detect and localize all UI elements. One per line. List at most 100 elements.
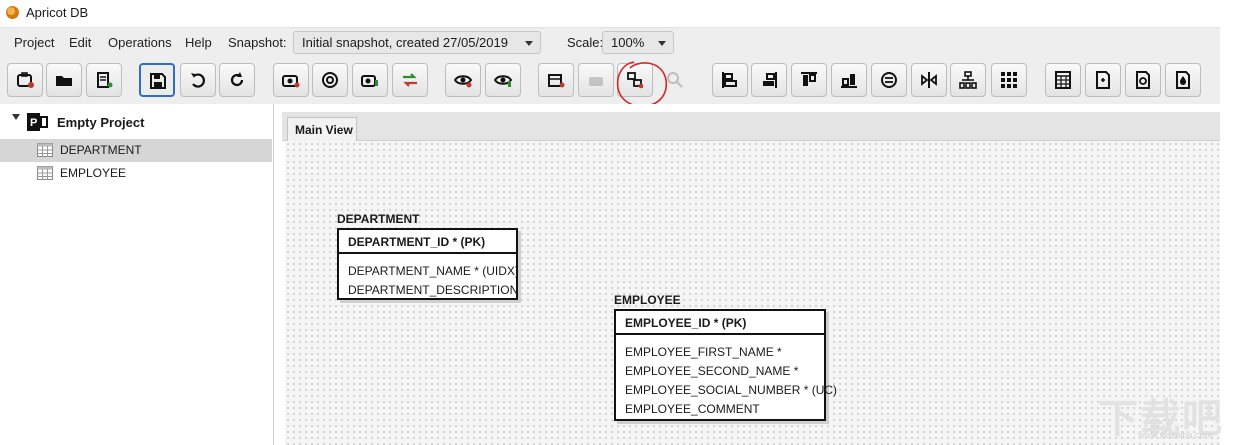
align-top-button[interactable] [791, 63, 827, 97]
snapshot-select[interactable]: Initial snapshot, created 27/05/2019 [293, 31, 541, 54]
export-pdf-icon [1176, 71, 1190, 89]
field-row: EMPLOYEE_SECOND_NAME * [625, 364, 799, 378]
menu-bar: Project Edit Operations Help Snapshot: I… [0, 27, 1220, 59]
hierarchy-button[interactable] [950, 63, 986, 97]
undo-icon [191, 73, 205, 88]
entity-title-department: DEPARTMENT [337, 212, 420, 226]
new-entity-button[interactable] [578, 63, 614, 97]
snapshot-edit-icon [361, 75, 378, 87]
project-name[interactable]: Empty Project [57, 115, 144, 130]
align-left-button[interactable] [712, 63, 748, 97]
grid-layout-icon [1001, 72, 1017, 88]
align-bottom-button[interactable] [831, 63, 867, 97]
save-button[interactable] [139, 63, 175, 97]
snapshot-label: Snapshot: [228, 35, 287, 50]
open-project-button[interactable] [46, 63, 82, 97]
project-settings-icon [97, 72, 113, 88]
scale-label: Scale: [567, 35, 604, 50]
new-table-icon [548, 74, 565, 88]
primary-key-row: DEPARTMENT_ID * (PK) [337, 228, 518, 254]
export-image-button[interactable] [1125, 63, 1161, 97]
distribute-icon [881, 72, 897, 88]
menu-help[interactable]: Help [185, 35, 212, 50]
new-project-button[interactable] [7, 63, 43, 97]
tree-item-employee[interactable]: EMPLOYEE [0, 162, 272, 185]
apricot-app-icon [6, 6, 19, 19]
project-icon: P [27, 113, 48, 131]
chevron-down-icon [658, 41, 666, 46]
menu-operations[interactable]: Operations [108, 35, 172, 50]
entity-title-employee: EMPLOYEE [614, 293, 681, 307]
svg-text:P: P [30, 117, 37, 129]
field-row: DEPARTMENT_NAME * (UIDX) [348, 264, 519, 278]
field-row: DEPARTMENT_DESCRIPTION [348, 283, 519, 297]
view-tab-strip [274, 104, 1220, 141]
toolbar [0, 58, 1220, 105]
tab-main-view[interactable]: Main View [287, 117, 357, 141]
field-list: EMPLOYEE_FIRST_NAME * EMPLOYEE_SECOND_NA… [625, 343, 838, 419]
collapse-toggle-icon[interactable] [12, 114, 20, 120]
align-center-icon [921, 72, 937, 88]
new-document-icon [1096, 71, 1110, 89]
field-row: EMPLOYEE_SOCIAL_NUMBER * (UC) [625, 383, 838, 397]
open-folder-icon [56, 76, 72, 86]
tab-label: Main View [295, 123, 353, 137]
field-row: EMPLOYEE_FIRST_NAME * [625, 345, 782, 359]
distribute-button[interactable] [871, 63, 907, 97]
new-project-icon [17, 72, 34, 88]
new-snapshot-button[interactable] [273, 63, 309, 97]
align-right-button[interactable] [751, 63, 787, 97]
menu-edit[interactable]: Edit [69, 35, 91, 50]
align-center-button[interactable] [911, 63, 947, 97]
refresh-icon [230, 72, 244, 87]
new-table-button[interactable] [538, 63, 574, 97]
hierarchy-icon [959, 71, 977, 89]
snapshot-manager-button[interactable] [312, 63, 348, 97]
save-icon [150, 73, 166, 89]
export-pdf-button[interactable] [1165, 63, 1201, 97]
snapshot-manager-icon [322, 72, 338, 88]
compare-snapshots-button[interactable] [392, 63, 428, 97]
align-top-icon [801, 72, 817, 86]
annotation-circle [616, 61, 668, 108]
new-entity-icon [589, 77, 603, 86]
add-view-button[interactable] [445, 63, 481, 97]
chevron-down-icon [525, 41, 533, 46]
grid-layout-button[interactable] [991, 63, 1027, 97]
compare-snapshots-icon [403, 73, 417, 87]
primary-key-label: EMPLOYEE_ID * (PK) [625, 316, 747, 330]
new-document-button[interactable] [1085, 63, 1121, 97]
entity-department[interactable]: DEPARTMENT_ID * (PK) DEPARTMENT_NAME * (… [337, 228, 519, 300]
snapshot-value: Initial snapshot, created 27/05/2019 [302, 35, 508, 50]
tree-item-label: DEPARTMENT [60, 143, 142, 157]
project-tree: P Empty Project DEPARTMENT EMPLOYEE [0, 104, 274, 445]
menu-project[interactable]: Project [14, 35, 54, 50]
tree-item-label: EMPLOYEE [60, 166, 127, 180]
scale-select[interactable]: 100% [602, 31, 674, 54]
watermark: 下载吧 www.xiazaiba.com [1098, 386, 1233, 444]
title-bar: Apricot DB [0, 0, 1234, 26]
table-list-icon [1055, 71, 1071, 89]
field-list: DEPARTMENT_NAME * (UIDX) DEPARTMENT_DESC… [348, 262, 519, 300]
tree-item-department[interactable]: DEPARTMENT [0, 139, 272, 162]
scale-value: 100% [611, 35, 645, 50]
view-settings-button[interactable] [485, 63, 521, 97]
window-title: Apricot DB [26, 5, 89, 20]
primary-key-row: EMPLOYEE_ID * (PK) [614, 309, 826, 335]
add-view-icon [454, 75, 472, 88]
diagram-canvas[interactable]: DEPARTMENT DEPARTMENT_ID * (PK) DEPARTME… [285, 141, 1220, 445]
primary-key-label: DEPARTMENT_ID * (PK) [348, 235, 486, 249]
entity-employee[interactable]: EMPLOYEE_ID * (PK) EMPLOYEE_FIRST_NAME *… [614, 309, 838, 421]
table-list-button[interactable] [1045, 63, 1081, 97]
table-icon [37, 166, 53, 180]
view-settings-icon [494, 75, 512, 87]
project-settings-button[interactable] [86, 63, 122, 97]
refresh-button[interactable] [219, 63, 255, 97]
snapshot-edit-button[interactable] [352, 63, 388, 97]
align-right-icon [763, 72, 777, 88]
align-left-icon [722, 72, 737, 88]
align-bottom-icon [841, 74, 857, 88]
watermark-url: www.xiazaiba.com [1138, 430, 1213, 440]
undo-button[interactable] [180, 63, 216, 97]
export-image-icon [1136, 71, 1150, 89]
